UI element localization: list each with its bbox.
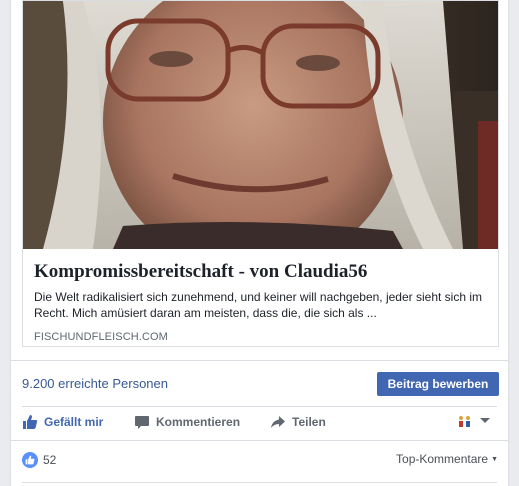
sort-label: Top-Kommentare — [396, 452, 489, 466]
reach-link[interactable]: 9.200 erreichte Personen — [22, 376, 168, 391]
like-label: Gefällt mir — [44, 415, 104, 429]
post-card: Kompromissbereitschaft - von Claudia56 D… — [10, 0, 509, 486]
divider — [22, 482, 497, 483]
share-button[interactable]: Teilen — [270, 414, 326, 430]
thumbs-up-icon — [23, 415, 38, 429]
preview-title[interactable]: Kompromissbereitschaft - von Claudia56 — [34, 261, 488, 283]
comment-bubble-icon — [135, 416, 149, 429]
preview-photo — [23, 1, 498, 249]
preview-description: Die Welt radikalisiert sich zunehmend, u… — [34, 290, 482, 320]
page-selector[interactable] — [457, 414, 491, 428]
divider — [11, 440, 508, 441]
share-arrow-icon — [271, 416, 285, 428]
like-button[interactable]: Gefällt mir — [22, 414, 103, 430]
reaction-summary[interactable]: 52 — [22, 452, 56, 468]
comment-button[interactable]: Kommentieren — [134, 414, 240, 430]
caret-down-icon: ▼ — [491, 455, 498, 463]
comment-label: Kommentieren — [156, 415, 241, 429]
page-avatar-icon — [457, 414, 473, 428]
divider — [22, 406, 497, 407]
preview-domain: FISCHUNDFLEISCH.COM — [34, 331, 168, 343]
action-bar: Gefällt mir Kommentieren Teilen — [11, 408, 508, 438]
preview-text: Kompromissbereitschaft - von Claudia56 D… — [34, 261, 488, 343]
chevron-down-icon — [480, 418, 490, 423]
like-count: 52 — [43, 453, 57, 467]
share-label: Teilen — [292, 415, 326, 429]
divider — [11, 360, 508, 361]
like-reaction-icon — [22, 452, 38, 468]
link-preview[interactable]: Kompromissbereitschaft - von Claudia56 D… — [22, 0, 499, 347]
preview-image[interactable] — [23, 1, 498, 249]
comment-sort-dropdown[interactable]: Top-Kommentare ▼ — [396, 452, 498, 466]
boost-post-button[interactable]: Beitrag bewerben — [377, 372, 499, 396]
